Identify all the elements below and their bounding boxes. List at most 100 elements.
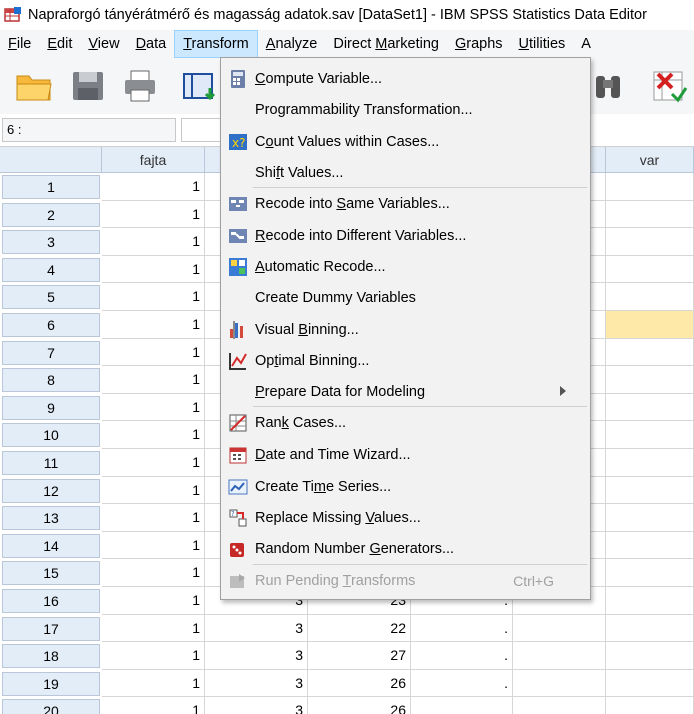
grid-cell[interactable]: 22: [308, 614, 411, 643]
menu-item-recode-same[interactable]: Recode into Same Variables...: [223, 188, 588, 219]
grid-cell[interactable]: [606, 283, 694, 311]
grid-cell[interactable]: 1: [102, 283, 205, 311]
grid-cell[interactable]: 3: [205, 669, 308, 698]
grid-cell[interactable]: 1: [102, 642, 205, 670]
grid-cell[interactable]: 1: [102, 200, 205, 229]
menu-direct-marketing[interactable]: Direct Marketing: [325, 30, 447, 58]
open-folder-icon[interactable]: [14, 66, 54, 106]
corner-header[interactable]: [0, 147, 102, 173]
grid-cell[interactable]: [606, 393, 694, 422]
grid-cell[interactable]: [606, 338, 694, 367]
row-header[interactable]: 12: [2, 478, 100, 503]
grid-cell[interactable]: [513, 697, 606, 714]
row-header[interactable]: 11: [2, 451, 100, 475]
grid-cell[interactable]: 1: [102, 531, 205, 560]
menu-add-ons[interactable]: A: [573, 30, 599, 58]
grid-cell[interactable]: 1: [102, 669, 205, 698]
menu-transform[interactable]: Transform: [174, 30, 258, 58]
grid-cell[interactable]: [411, 697, 513, 714]
grid-cell[interactable]: 3: [205, 697, 308, 714]
row-header[interactable]: 5: [2, 285, 100, 310]
grid-cell[interactable]: [606, 614, 694, 643]
menu-file[interactable]: File: [0, 30, 39, 58]
grid-cell[interactable]: 1: [102, 173, 205, 201]
save-icon[interactable]: [68, 66, 108, 106]
grid-cell[interactable]: [513, 669, 606, 698]
menu-utilities[interactable]: Utilities: [511, 30, 574, 58]
grid-cell[interactable]: 1: [102, 311, 205, 339]
grid-cell[interactable]: [606, 587, 694, 615]
grid-cell[interactable]: 1: [102, 476, 205, 505]
grid-cell[interactable]: [606, 642, 694, 670]
grid-cell[interactable]: [606, 366, 694, 394]
menu-item-item-10[interactable]: Prepare Data for Modeling: [223, 376, 588, 407]
grid-cell[interactable]: [606, 255, 694, 284]
recall-dialog-icon[interactable]: [180, 66, 220, 106]
grid-cell[interactable]: .: [411, 614, 513, 643]
row-header[interactable]: 1: [2, 175, 100, 199]
menu-edit[interactable]: Edit: [39, 30, 80, 58]
grid-cell[interactable]: .: [411, 642, 513, 670]
column-header-var[interactable]: var: [606, 147, 694, 173]
grid-cell[interactable]: 1: [102, 697, 205, 714]
grid-cell[interactable]: [606, 449, 694, 477]
row-header[interactable]: 8: [2, 368, 100, 393]
menu-item-count-values[interactable]: x? Count Values within Cases...: [223, 126, 588, 157]
menu-item-date-time-wizard[interactable]: Date and Time Wizard...: [223, 439, 588, 470]
grid-cell[interactable]: [606, 200, 694, 229]
grid-cell[interactable]: [606, 476, 694, 505]
grid-cell[interactable]: [606, 228, 694, 256]
menu-item-replace-missing[interactable]: ? Replace Missing Values...: [223, 502, 588, 533]
grid-cell[interactable]: 1: [102, 559, 205, 587]
menu-view[interactable]: View: [80, 30, 127, 58]
row-header[interactable]: 4: [2, 257, 100, 282]
grid-cell[interactable]: [606, 669, 694, 698]
row-header[interactable]: 3: [2, 230, 100, 255]
menu-item-automatic-recode[interactable]: Automatic Recode...: [223, 251, 588, 282]
grid-cell[interactable]: 1: [102, 228, 205, 256]
grid-cell[interactable]: [513, 642, 606, 670]
grid-cell[interactable]: 1: [102, 614, 205, 643]
grid-cell[interactable]: 1: [102, 504, 205, 532]
grid-cell[interactable]: 1: [102, 366, 205, 394]
row-header[interactable]: 2: [2, 202, 100, 227]
row-header[interactable]: 19: [2, 671, 100, 696]
grid-cell[interactable]: 27: [308, 642, 411, 670]
menu-item-run-pending[interactable]: Run Pending Transforms Ctrl+G: [223, 565, 588, 596]
row-header[interactable]: 17: [2, 616, 100, 641]
delete-cases-icon[interactable]: [648, 66, 688, 106]
row-header[interactable]: 9: [2, 395, 100, 420]
grid-cell[interactable]: [606, 173, 694, 201]
find-binoculars-icon[interactable]: [588, 66, 628, 106]
menu-item-time-series[interactable]: Create Time Series...: [223, 471, 588, 502]
grid-cell[interactable]: 3: [205, 642, 308, 670]
row-header[interactable]: 6: [2, 313, 100, 337]
menu-item-item-3[interactable]: Shift Values...: [223, 157, 588, 188]
grid-cell[interactable]: 1: [102, 255, 205, 284]
grid-cell[interactable]: 26: [308, 697, 411, 714]
menu-item-compute-variable[interactable]: Compute Variable...: [223, 63, 588, 94]
row-header[interactable]: 14: [2, 533, 100, 558]
grid-cell[interactable]: 1: [102, 421, 205, 449]
grid-cell[interactable]: .: [411, 669, 513, 698]
grid-cell[interactable]: 1: [102, 338, 205, 367]
menu-item-visual-binning[interactable]: Visual Binning...: [223, 314, 588, 345]
row-header[interactable]: 16: [2, 589, 100, 613]
grid-cell[interactable]: [513, 614, 606, 643]
menu-graphs[interactable]: Graphs: [447, 30, 511, 58]
row-header[interactable]: 18: [2, 644, 100, 669]
row-header[interactable]: 15: [2, 561, 100, 586]
grid-cell[interactable]: 3: [205, 614, 308, 643]
grid-cell[interactable]: [606, 311, 694, 339]
row-header[interactable]: 13: [2, 506, 100, 531]
print-icon[interactable]: [120, 66, 160, 106]
grid-cell[interactable]: [606, 697, 694, 714]
row-header[interactable]: 20: [2, 699, 100, 714]
row-header[interactable]: 7: [2, 340, 100, 365]
menu-item-item-1[interactable]: Programmability Transformation...: [223, 94, 588, 125]
menu-data[interactable]: Data: [128, 30, 175, 58]
grid-cell[interactable]: [606, 531, 694, 560]
grid-cell[interactable]: [606, 421, 694, 449]
grid-cell[interactable]: 26: [308, 669, 411, 698]
grid-cell[interactable]: [606, 504, 694, 532]
